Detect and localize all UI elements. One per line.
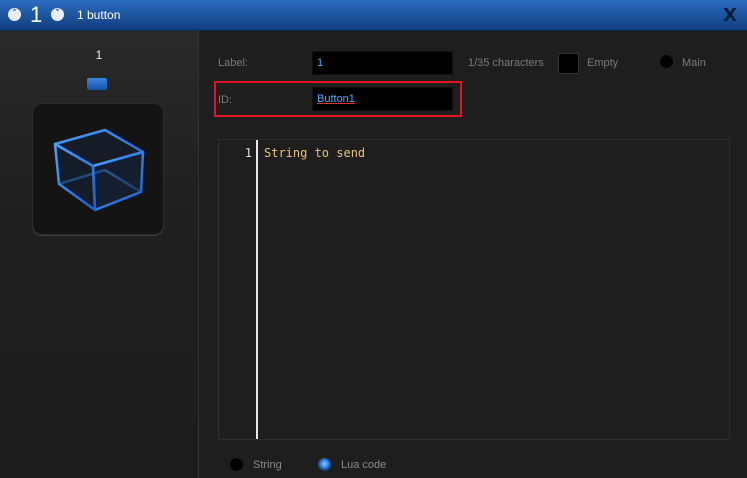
empty-checkbox[interactable]: [558, 53, 579, 74]
line-number: 1: [244, 146, 252, 160]
window-title: 1 button: [77, 8, 121, 22]
code-editor[interactable]: 1 String to send: [218, 139, 730, 440]
title-bar: ˄ 1 ˅ 1 button X: [0, 0, 747, 31]
previous-button-icon[interactable]: ˄: [8, 8, 21, 21]
button-number-display: 1: [30, 2, 43, 27]
label-caption: Label:: [218, 57, 248, 69]
string-mode-radio[interactable]: [229, 457, 244, 472]
lua-code-mode-radio[interactable]: [317, 457, 332, 472]
button-preview-panel: 1: [0, 31, 199, 478]
cube-icon: [53, 128, 145, 212]
close-button[interactable]: X: [723, 5, 737, 26]
main-label: Main: [682, 57, 706, 69]
id-field-highlight: [214, 81, 462, 117]
empty-label: Empty: [587, 57, 619, 69]
led-indicator: [87, 78, 107, 90]
code-line[interactable]: String to send: [264, 146, 365, 160]
character-count: 1/35 characters: [468, 57, 544, 69]
string-mode-label: String: [253, 459, 282, 471]
lua-code-mode-label: Lua code: [341, 459, 387, 471]
button-preview[interactable]: [32, 103, 164, 235]
preview-button-number: 1: [95, 48, 103, 62]
gutter-divider: [256, 140, 258, 439]
main-radio[interactable]: [659, 54, 674, 69]
next-button-icon[interactable]: ˅: [51, 8, 64, 21]
label-input[interactable]: 1: [312, 51, 453, 75]
